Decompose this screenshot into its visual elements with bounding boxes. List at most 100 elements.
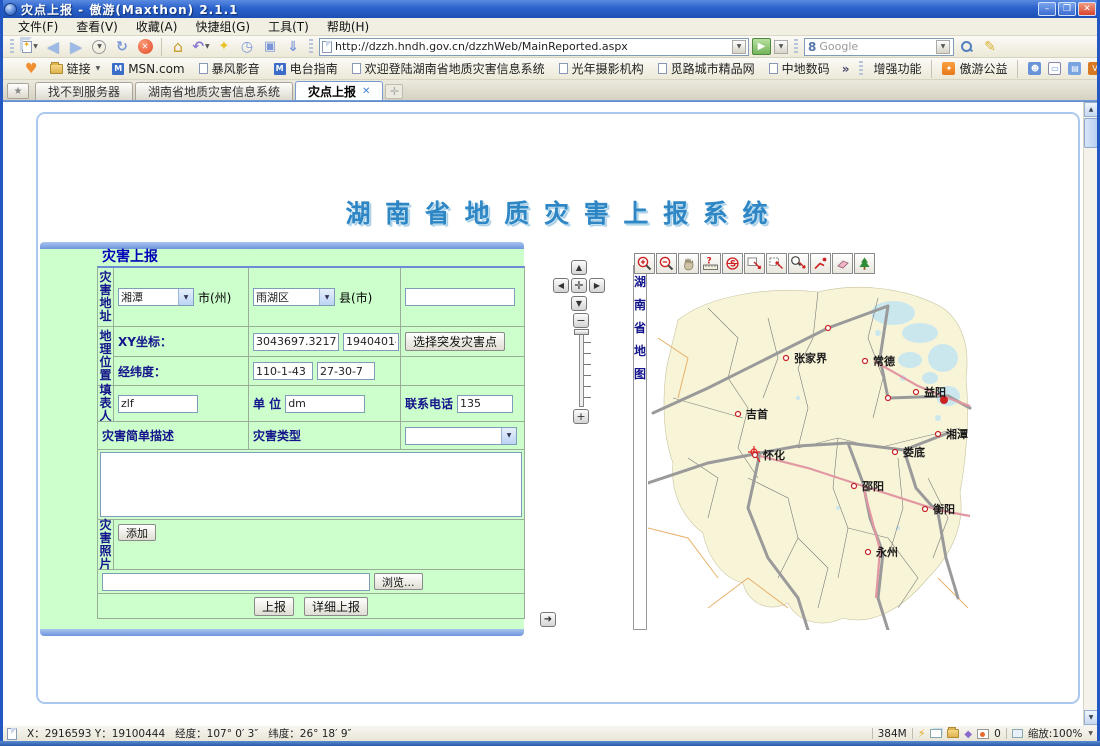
- zoom-in-tool[interactable]: [634, 253, 655, 274]
- menu-item[interactable]: 文件(F): [9, 18, 67, 35]
- address-bar[interactable]: [319, 38, 749, 56]
- scroll-up-button[interactable]: [1084, 102, 1098, 117]
- zoom-slider-track[interactable]: [579, 329, 584, 407]
- home-button[interactable]: [168, 37, 188, 57]
- bookmark-item[interactable]: M电台指南: [274, 60, 338, 77]
- zoom-select-tool[interactable]: [788, 253, 809, 274]
- description-textarea[interactable]: [100, 452, 522, 517]
- search-box[interactable]: 8 Google: [804, 38, 954, 56]
- boost-icon[interactable]: [918, 727, 926, 740]
- x-coordinate-input[interactable]: [253, 333, 339, 351]
- capture-button[interactable]: [260, 37, 280, 57]
- search-engine-icon[interactable]: 8: [808, 40, 816, 54]
- download-button[interactable]: [283, 37, 303, 57]
- bookmark-item[interactable]: 觅路城市精品网: [658, 60, 755, 77]
- zoom-out-slider-button[interactable]: [573, 313, 589, 328]
- tab-list-star-button[interactable]: [7, 83, 29, 99]
- menu-item[interactable]: 帮助(H): [318, 18, 378, 35]
- tab-disaster-report[interactable]: 灾点上报: [295, 81, 383, 100]
- y-coordinate-input[interactable]: [343, 333, 399, 351]
- highlight-button[interactable]: [980, 37, 1000, 57]
- submit-button[interactable]: 上报: [254, 597, 294, 616]
- file-path-input[interactable]: [102, 573, 370, 591]
- tab-server-not-found[interactable]: 找不到服务器: [35, 82, 133, 100]
- menu-item[interactable]: 收藏(A): [127, 18, 187, 35]
- minimize-button[interactable]: [1038, 2, 1056, 16]
- history-dropdown-button[interactable]: [89, 37, 109, 57]
- bookmark-grip[interactable]: [859, 61, 863, 77]
- menu-item[interactable]: 查看(V): [67, 18, 127, 35]
- back-button[interactable]: [43, 37, 63, 57]
- legend-tree-tool[interactable]: [854, 253, 875, 274]
- history-button[interactable]: [237, 37, 257, 57]
- toolbar-grip[interactable]: [794, 39, 798, 55]
- deselect-rect-tool[interactable]: [766, 253, 787, 274]
- address-dropdown-button[interactable]: [732, 40, 746, 54]
- address-detail-input[interactable]: [405, 288, 515, 306]
- toolbar-grip[interactable]: [309, 39, 313, 55]
- notes-icon[interactable]: ▤: [1068, 62, 1081, 75]
- disaster-type-select[interactable]: [405, 427, 517, 445]
- pan-down-button[interactable]: [571, 296, 587, 311]
- bookmark-item[interactable]: 暴风影音: [199, 60, 260, 77]
- enhance-features-button[interactable]: 增强功能: [873, 60, 921, 77]
- pan-tool[interactable]: [678, 253, 699, 274]
- search-input[interactable]: Google: [819, 40, 933, 53]
- go-dropdown-button[interactable]: [774, 40, 788, 54]
- zoom-level[interactable]: 缩放:100%: [1028, 726, 1083, 741]
- skin-icon[interactable]: V: [1088, 62, 1100, 75]
- scroll-down-button[interactable]: [1084, 710, 1098, 725]
- images-icon[interactable]: [977, 729, 989, 739]
- expand-panel-button[interactable]: [540, 612, 556, 627]
- county-select[interactable]: 雨湖区: [253, 288, 335, 306]
- resize-icon[interactable]: [1012, 729, 1023, 738]
- pan-left-button[interactable]: [553, 278, 569, 293]
- menu-item[interactable]: 快捷组(G): [186, 18, 259, 35]
- select-rect-tool[interactable]: [744, 253, 765, 274]
- pan-center-button[interactable]: [571, 278, 587, 293]
- zoom-dropdown-icon[interactable]: [1088, 730, 1093, 737]
- folder-status-icon[interactable]: [947, 729, 959, 738]
- latitude-input[interactable]: [317, 362, 375, 380]
- address-input[interactable]: [335, 40, 729, 53]
- gps-locate-tool[interactable]: S: [722, 253, 743, 274]
- refresh-button[interactable]: [112, 37, 132, 57]
- pan-up-button[interactable]: [571, 260, 587, 275]
- eraser-tool[interactable]: [832, 253, 853, 274]
- bookmark-overflow-button[interactable]: »: [842, 62, 850, 76]
- search-button[interactable]: [957, 37, 977, 57]
- user-icon[interactable]: ☻: [1028, 62, 1041, 75]
- bookmark-item[interactable]: 中地数码: [769, 60, 830, 77]
- search-dropdown-button[interactable]: [936, 40, 950, 54]
- zoom-out-tool[interactable]: [656, 253, 677, 274]
- close-button[interactable]: [1078, 2, 1096, 16]
- windows-icon[interactable]: [930, 729, 942, 738]
- forward-button[interactable]: [66, 37, 86, 57]
- map-view[interactable]: 张家界常德益阳吉首怀化湘潭娄底邵阳衡阳永州: [648, 278, 973, 630]
- window-icon[interactable]: ▭: [1048, 62, 1061, 75]
- stop-button[interactable]: [135, 37, 155, 57]
- zoom-in-slider-button[interactable]: [573, 409, 589, 424]
- bookmark-item[interactable]: MMSN.com: [112, 62, 184, 76]
- zoom-slider-thumb[interactable]: [574, 329, 589, 335]
- tab-hunan-info-system[interactable]: 湖南省地质灾害信息系统: [135, 82, 293, 100]
- favorites-heart-icon[interactable]: [25, 61, 38, 77]
- bookmark-item[interactable]: 光年摄影机构: [559, 60, 644, 77]
- longitude-input[interactable]: [253, 362, 313, 380]
- restore-button[interactable]: [1058, 2, 1076, 16]
- scrollbar-thumb[interactable]: [1084, 118, 1098, 148]
- vertical-scrollbar[interactable]: [1083, 102, 1097, 726]
- pan-right-button[interactable]: [589, 278, 605, 293]
- detail-submit-button[interactable]: 详细上报: [304, 597, 368, 616]
- plugin-status-icon[interactable]: [964, 728, 972, 740]
- unit-input[interactable]: [285, 395, 365, 413]
- measure-distance-tool[interactable]: ?: [700, 253, 721, 274]
- toolbar-grip[interactable]: [10, 39, 14, 55]
- phone-input[interactable]: [457, 395, 513, 413]
- tab-close-icon[interactable]: [362, 86, 370, 97]
- go-button[interactable]: [752, 38, 771, 55]
- maxthon-charity-button[interactable]: ✦ 傲游公益: [942, 60, 1007, 77]
- reporter-input[interactable]: [118, 395, 198, 413]
- bookmark-folder-links[interactable]: 链接: [50, 60, 101, 77]
- city-select[interactable]: 湘潭: [118, 288, 194, 306]
